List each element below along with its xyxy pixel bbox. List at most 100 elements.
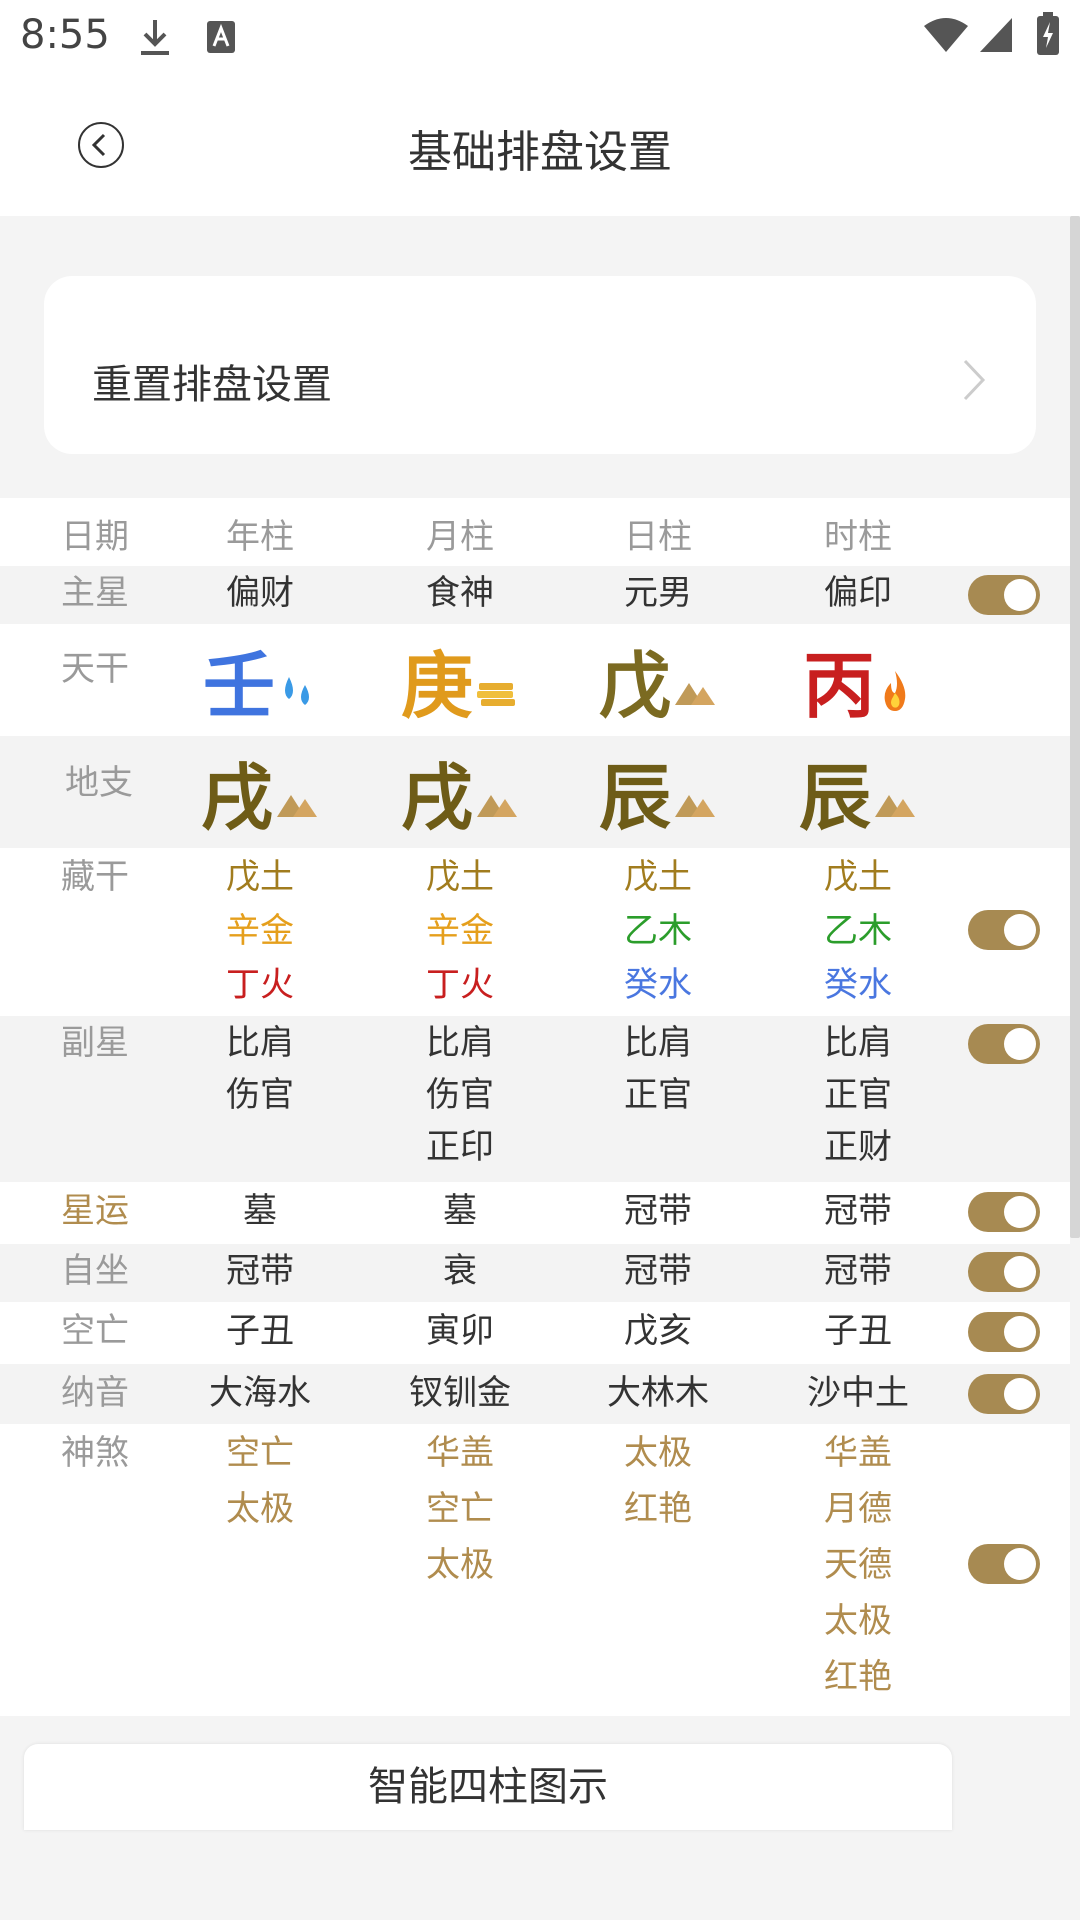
cell: 乙木 — [624, 911, 692, 951]
branch-cell: 辰 — [578, 748, 738, 848]
branch-cell: 辰 — [778, 748, 938, 848]
main-star-toggle[interactable] — [968, 575, 1040, 615]
cell: 辛金 — [426, 911, 494, 951]
cell: 红艳 — [824, 1657, 892, 1697]
cell: 戊亥 — [624, 1311, 692, 1351]
void-toggle[interactable] — [968, 1312, 1040, 1352]
mountain-icon — [277, 795, 317, 818]
row-label: 藏干 — [61, 857, 129, 897]
mountain-icon — [477, 795, 517, 818]
row-main-star: 主星 偏财 食神 元男 偏印 — [0, 566, 1070, 624]
cell: 正官 — [824, 1075, 892, 1115]
cell: 大海水 — [209, 1373, 311, 1413]
cell: 冠带 — [624, 1251, 692, 1291]
cell: 乙木 — [824, 911, 892, 951]
row-shensha: 神煞 空亡 太极 华盖 空亡 太极 太极 红艳 华盖 月德 天德 太极 红艳 — [0, 1426, 1070, 1718]
reset-settings-item[interactable]: 重置排盘设置 — [44, 276, 1036, 454]
cell: 正印 — [426, 1127, 494, 1167]
cell: 空亡 — [226, 1433, 294, 1473]
stem-cell: 丙 — [778, 636, 938, 736]
row-void: 空亡 子丑 寅卯 戊亥 子丑 — [0, 1304, 1070, 1362]
cell: 正官 — [624, 1075, 692, 1115]
status-time: 8:55 — [20, 12, 110, 58]
branch-cell: 戌 — [180, 748, 340, 848]
cell: 正财 — [824, 1127, 892, 1167]
table-header-row: 日期 年柱 月柱 日柱 时柱 — [0, 510, 1070, 564]
sub-star-toggle[interactable] — [968, 1024, 1040, 1064]
cell: 冠带 — [226, 1251, 294, 1291]
nayin-toggle[interactable] — [968, 1374, 1040, 1414]
cell: 冠带 — [824, 1251, 892, 1291]
cell: 戊土 — [226, 857, 294, 897]
cell: 戊土 — [824, 857, 892, 897]
row-label: 副星 — [61, 1023, 129, 1063]
row-self-seat: 自坐 冠带 衰 冠带 冠带 — [0, 1244, 1070, 1302]
cell: 比肩 — [624, 1023, 692, 1063]
cell: 偏财 — [226, 573, 294, 613]
self-seat-toggle[interactable] — [968, 1252, 1040, 1292]
cell: 元男 — [624, 573, 692, 613]
cell: 华盖 — [426, 1433, 494, 1473]
cell: 太极 — [226, 1489, 294, 1529]
cell: 比肩 — [226, 1023, 294, 1063]
branch-cell: 戌 — [380, 748, 540, 848]
cell: 偏印 — [824, 573, 892, 613]
cell: 伤官 — [426, 1075, 494, 1115]
row-label: 空亡 — [61, 1311, 129, 1351]
gold-bar-icon — [477, 683, 515, 707]
cell: 戊土 — [426, 857, 494, 897]
mountain-icon — [675, 795, 715, 818]
chart-settings-table: 日期 年柱 月柱 日柱 时柱 主星 偏财 食神 元男 偏印 天干 壬 庚 戊 丙… — [0, 498, 1070, 1718]
cell: 冠带 — [824, 1191, 892, 1231]
row-star-fortune: 星运 墓 墓 冠带 冠带 — [0, 1184, 1070, 1242]
date-label: 日期 — [61, 517, 129, 557]
cell: 癸水 — [624, 965, 692, 1005]
cell: 丁火 — [426, 965, 494, 1005]
cell: 太极 — [824, 1601, 892, 1641]
mountain-icon — [875, 795, 915, 818]
status-bar: 8:55 — [0, 0, 1080, 72]
stem-cell: 壬 — [180, 636, 340, 736]
column-month: 月柱 — [426, 517, 494, 557]
cell: 食神 — [426, 573, 494, 613]
cell: 红艳 — [624, 1489, 692, 1529]
row-label: 自坐 — [61, 1251, 129, 1291]
cell: 月德 — [824, 1489, 892, 1529]
column-day: 日柱 — [624, 517, 692, 557]
star-fortune-toggle[interactable] — [968, 1192, 1040, 1232]
cell: 大林木 — [607, 1373, 709, 1413]
row-label: 地支 — [65, 763, 133, 803]
cell: 墓 — [443, 1191, 477, 1231]
cell: 丁火 — [226, 965, 294, 1005]
row-label: 主星 — [61, 573, 129, 613]
stem-cell: 庚 — [380, 636, 540, 736]
row-sub-star: 副星 比肩 伤官 比肩 伤官 正印 比肩 正官 比肩 正官 正财 — [0, 1016, 1070, 1182]
scrollbar[interactable] — [1070, 216, 1080, 1238]
cell: 空亡 — [426, 1489, 494, 1529]
cell: 寅卯 — [426, 1311, 494, 1351]
row-earthly-branch: 地支 戌 戌 辰 辰 — [0, 736, 1070, 848]
cell: 墓 — [243, 1191, 277, 1231]
shensha-toggle[interactable] — [968, 1544, 1040, 1584]
cell: 子丑 — [824, 1311, 892, 1351]
cell: 伤官 — [226, 1075, 294, 1115]
app-notification-icon — [207, 21, 235, 53]
row-label: 神煞 — [61, 1433, 129, 1473]
page-title: 基础排盘设置 — [408, 127, 672, 178]
column-year: 年柱 — [226, 517, 294, 557]
cell: 钗钏金 — [409, 1373, 511, 1413]
water-drop-icon — [285, 677, 309, 706]
flame-icon — [884, 671, 906, 712]
row-hidden-stems: 藏干 戊土 辛金 丁火 戊土 辛金 丁火 戊土 乙木 癸水 戊土 乙木 癸水 — [0, 850, 1070, 1014]
cell: 癸水 — [824, 965, 892, 1005]
cell: 沙中土 — [807, 1373, 909, 1413]
row-nayin: 纳音 大海水 钗钏金 大林木 沙中土 — [0, 1364, 1070, 1424]
chevron-right-icon — [963, 359, 986, 401]
cell: 冠带 — [624, 1191, 692, 1231]
reset-settings-label: 重置排盘设置 — [92, 362, 332, 408]
row-heavenly-stem: 天干 壬 庚 戊 丙 — [0, 626, 1070, 734]
smart-pillars-diagram-button[interactable]: 智能四柱图示 — [24, 1744, 952, 1830]
cell: 华盖 — [824, 1433, 892, 1473]
cell-signal-icon — [980, 18, 1012, 52]
hidden-stems-toggle[interactable] — [968, 910, 1040, 950]
